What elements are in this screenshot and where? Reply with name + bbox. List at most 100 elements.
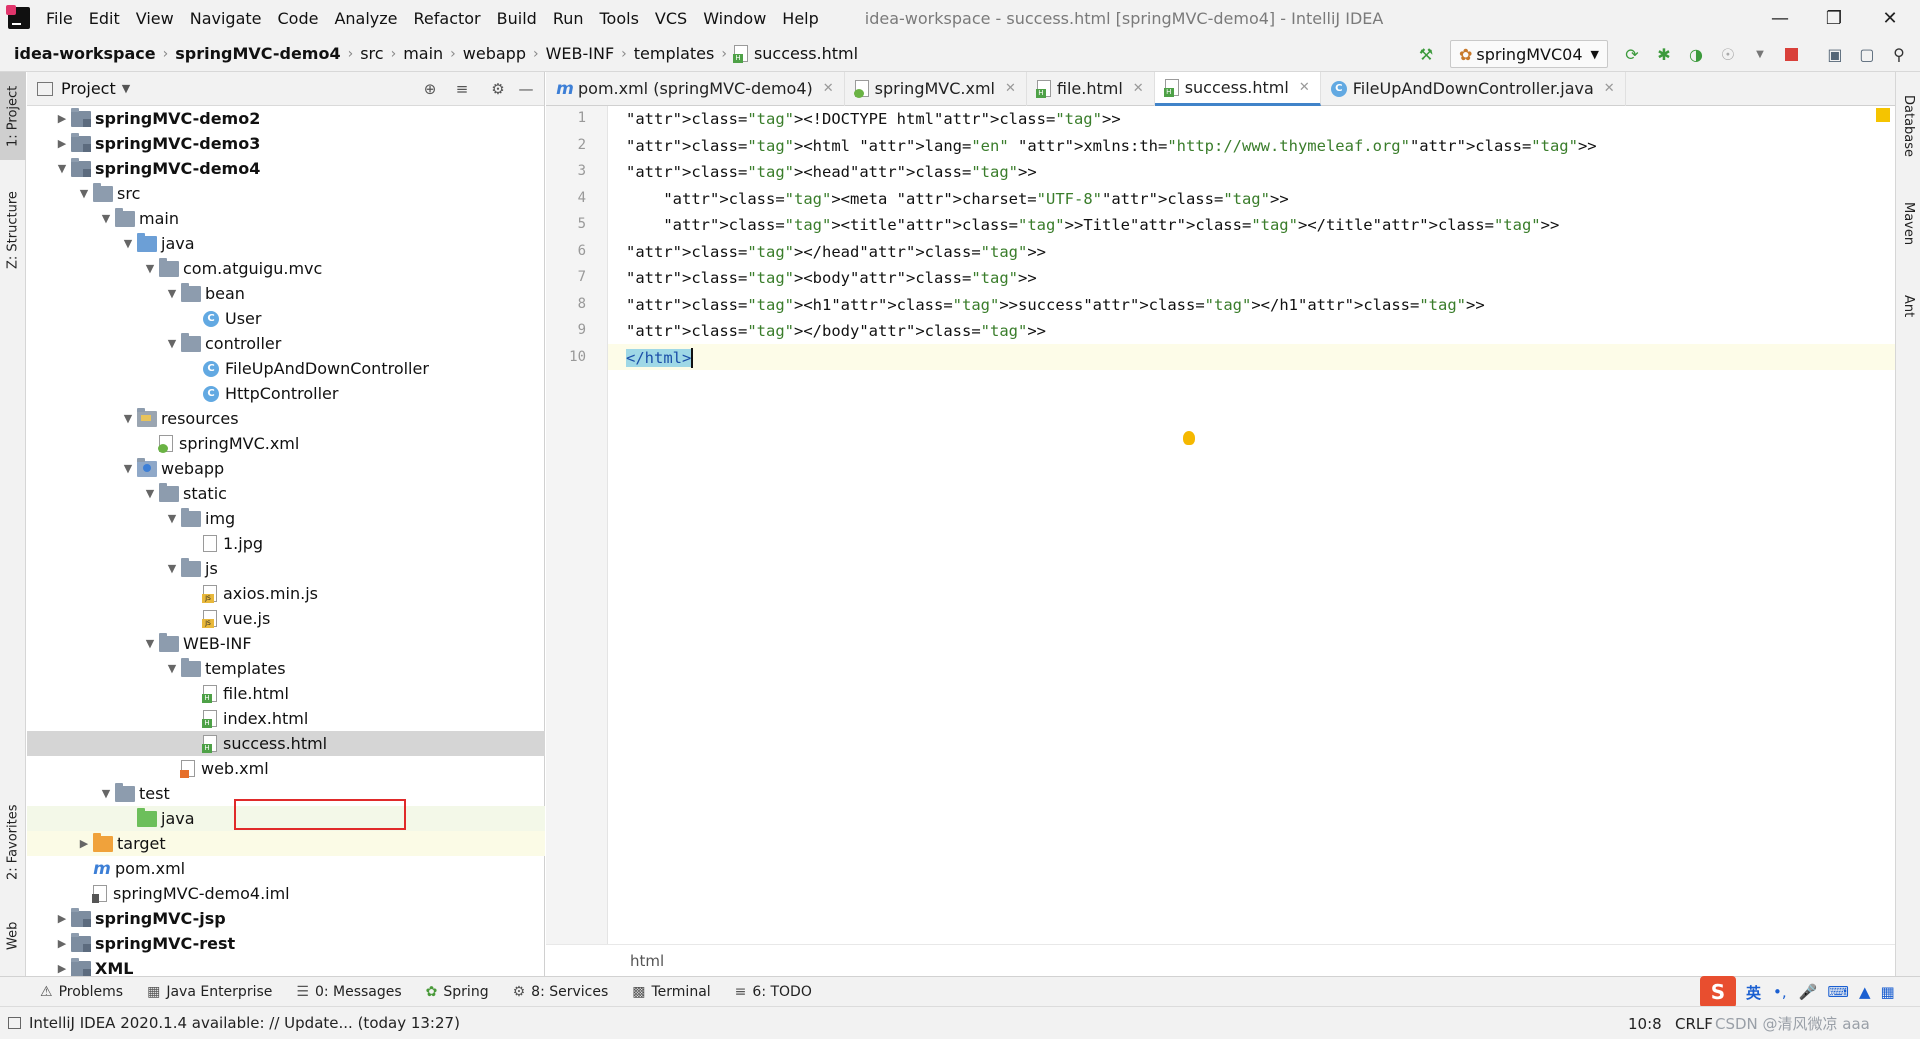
code-line[interactable]: "attr">class="tag"><!DOCTYPE html"attr">…	[626, 106, 1121, 132]
line-separator[interactable]: CRLF	[1675, 1007, 1713, 1040]
keyboard-icon[interactable]: ⌨	[1827, 983, 1849, 1001]
crumb-templates[interactable]: templates	[634, 44, 715, 63]
menu-vcs[interactable]: VCS	[651, 9, 691, 28]
stop-icon[interactable]	[1779, 41, 1805, 67]
search-everywhere-icon[interactable]: ⚲	[1886, 41, 1912, 67]
tool-tab-maven[interactable]: Maven	[1896, 184, 1920, 264]
code-line[interactable]: "attr">class="tag"><html "attr">lang="en…	[626, 133, 1597, 159]
menu-file[interactable]: File	[42, 9, 77, 28]
tree-item[interactable]: ▼ java	[27, 231, 545, 256]
expand-down-icon[interactable]: ▼	[119, 237, 137, 250]
expand-down-icon[interactable]: ▼	[163, 287, 181, 300]
profile-icon[interactable]: ☉	[1715, 41, 1741, 67]
tree-item[interactable]: ▼ templates	[27, 656, 545, 681]
tool-tab-structure[interactable]: Z: Structure	[0, 180, 26, 280]
expand-down-icon[interactable]: ▼	[97, 787, 115, 800]
crumb-src[interactable]: src	[360, 44, 383, 63]
expand-down-icon[interactable]: ▼	[163, 337, 181, 350]
ime-language[interactable]: 英	[1746, 982, 1761, 1003]
menu-build[interactable]: Build	[493, 9, 541, 28]
code-line[interactable]: "attr">class="tag"><head"attr">class="ta…	[626, 159, 1037, 185]
close-icon[interactable]: ✕	[1862, 0, 1918, 36]
project-view-title[interactable]: Project	[61, 79, 116, 98]
debug-icon[interactable]: ✱	[1651, 41, 1677, 67]
caret-position[interactable]: 10:8	[1628, 1007, 1662, 1040]
code-line[interactable]: "attr">class="tag"><meta "attr">charset=…	[626, 186, 1288, 212]
crumb-webapp[interactable]: webapp	[463, 44, 526, 63]
tree-item[interactable]: ▼ img	[27, 506, 545, 531]
expand-down-icon[interactable]: ▼	[163, 512, 181, 525]
gear-icon[interactable]: ⚙	[486, 77, 510, 101]
run-configuration-select[interactable]: ✿ springMVC04 ▼	[1450, 40, 1608, 68]
menu-refactor[interactable]: Refactor	[410, 9, 485, 28]
tree-item[interactable]: web.xml	[27, 756, 545, 781]
tree-item[interactable]: ▶ springMVC-demo3	[27, 131, 545, 156]
tool-tab-java-enterprise[interactable]: ▦ Java Enterprise	[147, 984, 272, 1000]
tree-item[interactable]: axios.min.js	[27, 581, 545, 606]
tree-item-selected[interactable]: success.html	[27, 731, 545, 756]
expand-right-icon[interactable]: ▶	[53, 912, 71, 925]
code-editor[interactable]: 1 2 3 4 5 6 7 8 9 10 "attr">class="tag"><!DOCTYPE…	[546, 106, 1895, 944]
tree-item[interactable]: ▼ com.atguigu.mvc	[27, 256, 545, 281]
tree-item[interactable]: ▼ bean	[27, 281, 545, 306]
tool-tab-web[interactable]: Web	[0, 910, 26, 962]
expand-down-icon[interactable]: ▼	[141, 487, 159, 500]
menu-navigate[interactable]: Navigate	[186, 9, 266, 28]
sogou-ime-icon[interactable]: S	[1700, 976, 1736, 1008]
tree-item[interactable]: ▶ springMVC-rest	[27, 931, 545, 956]
project-structure-icon[interactable]: ▣	[1822, 41, 1848, 67]
crumb-file[interactable]: success.html	[754, 44, 858, 63]
tree-item[interactable]: ▼ resources	[27, 406, 545, 431]
expand-down-icon[interactable]: ▼	[97, 212, 115, 225]
close-icon[interactable]: ✕	[1005, 81, 1016, 96]
menu-window[interactable]: Window	[699, 9, 770, 28]
menu-code[interactable]: Code	[274, 9, 323, 28]
tool-tab-terminal[interactable]: ▩ Terminal	[632, 984, 710, 1000]
code-line[interactable]: "attr">class="tag"></head"attr">class="t…	[626, 239, 1046, 265]
close-icon[interactable]: ✕	[1133, 81, 1144, 96]
tree-item[interactable]: springMVC-demo4.iml	[27, 881, 545, 906]
tree-item[interactable]: file.html	[27, 681, 545, 706]
notification-icon[interactable]	[8, 1017, 21, 1029]
tree-item[interactable]: springMVC.xml	[27, 431, 545, 456]
tool-tab-services[interactable]: ⚙ 8: Services	[513, 984, 609, 1000]
warning-marker-icon[interactable]	[1876, 108, 1890, 122]
tab-pom-xml[interactable]: m pom.xml (springMVC-demo4) ✕	[546, 71, 845, 106]
hide-panel-icon[interactable]: —	[514, 77, 538, 101]
menu-help[interactable]: Help	[778, 9, 822, 28]
expand-down-icon[interactable]: ▼	[141, 262, 159, 275]
tree-item[interactable]: ▼ springMVC-demo4	[27, 156, 545, 181]
tree-item[interactable]: C User	[27, 306, 545, 331]
editor-breadcrumb-html[interactable]: html	[630, 952, 664, 970]
tree-item[interactable]: ▼ controller	[27, 331, 545, 356]
tree-item[interactable]: ▼ webapp	[27, 456, 545, 481]
chevron-down-icon[interactable]: ▼	[122, 82, 130, 95]
code-line[interactable]: "attr">class="tag"><title"attr">class="t…	[626, 212, 1559, 238]
intention-bulb-icon[interactable]	[1183, 431, 1195, 445]
expand-down-icon[interactable]: ▼	[163, 662, 181, 675]
tree-item[interactable]: ▶ springMVC-jsp	[27, 906, 545, 931]
build-hammer-icon[interactable]: ⚒	[1413, 41, 1439, 67]
expand-right-icon[interactable]: ▶	[53, 112, 71, 125]
tree-item[interactable]: ▼ js	[27, 556, 545, 581]
expand-down-icon[interactable]: ▼	[163, 562, 181, 575]
menu-analyze[interactable]: Analyze	[330, 9, 401, 28]
tree-item[interactable]: ▶ XML	[27, 956, 545, 976]
tool-tab-ant[interactable]: Ant	[1896, 276, 1920, 336]
more-run-options-icon[interactable]: ▼	[1747, 41, 1773, 67]
tree-item[interactable]: ▶ springMVC-demo2	[27, 106, 545, 131]
punctuation-icon[interactable]: •,	[1773, 983, 1787, 1001]
tool-tab-messages[interactable]: ☰ 0: Messages	[296, 984, 401, 1000]
close-icon[interactable]: ✕	[1299, 80, 1310, 95]
skin-icon[interactable]: ▲	[1859, 983, 1871, 1001]
expand-right-icon[interactable]: ▶	[53, 937, 71, 950]
collapse-all-icon[interactable]: ≡	[450, 77, 474, 101]
code-line[interactable]: </html>	[626, 345, 694, 371]
rerun-icon[interactable]: ⟳	[1619, 41, 1645, 67]
grid-menu-icon[interactable]: ▦	[1881, 983, 1895, 1001]
expand-down-icon[interactable]: ▼	[53, 162, 71, 175]
locate-file-icon[interactable]: ⊕	[418, 77, 442, 101]
code-line[interactable]: "attr">class="tag"><body"attr">class="ta…	[626, 265, 1037, 291]
expand-down-icon[interactable]: ▼	[75, 187, 93, 200]
crumb-workspace[interactable]: idea-workspace	[14, 44, 156, 63]
